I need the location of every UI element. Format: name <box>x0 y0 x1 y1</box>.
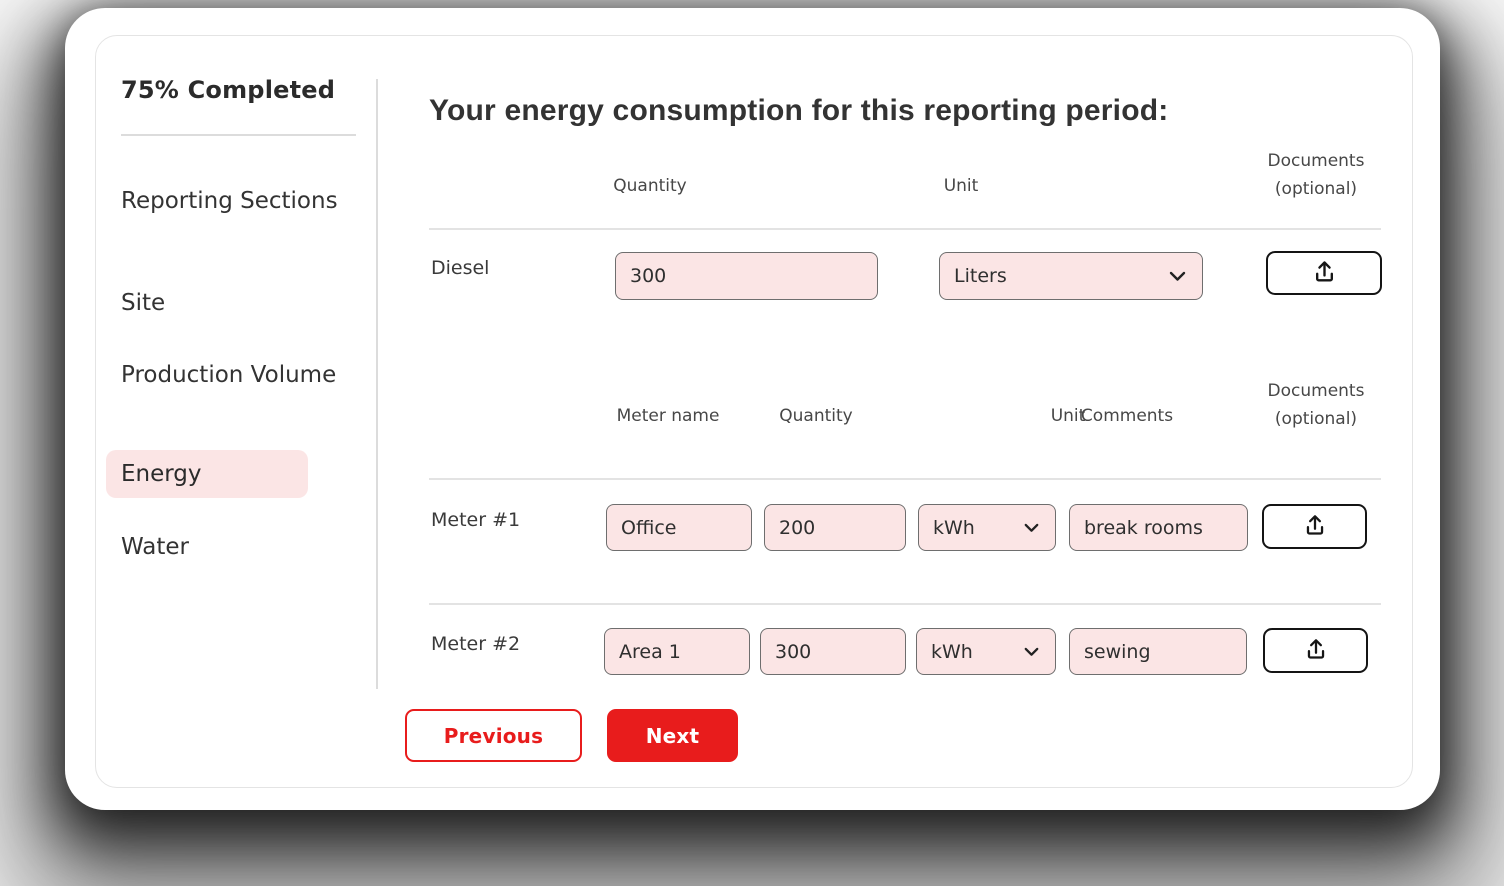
meter-quantity-header: Quantity <box>779 406 853 426</box>
fuel-quantity-header: Quantity <box>613 176 687 196</box>
next-button[interactable]: Next <box>607 709 738 762</box>
meter2-comments-input[interactable] <box>1069 628 1247 675</box>
chevron-down-icon <box>1169 271 1186 282</box>
upload-icon <box>1311 258 1338 288</box>
meter1-upload-document-button[interactable] <box>1262 504 1367 549</box>
meter1-name-input[interactable] <box>606 504 752 551</box>
chevron-down-icon <box>1024 523 1039 533</box>
page-background: 75% Completed Reporting Sections Site Pr… <box>0 0 1504 886</box>
meter2-upload-document-button[interactable] <box>1263 628 1368 673</box>
upload-icon <box>1302 512 1328 541</box>
meter-documents-header: Documents (optional) <box>1246 377 1386 433</box>
meter-name-header: Meter name <box>616 406 720 426</box>
previous-button[interactable]: Previous <box>405 709 582 762</box>
sidebar-item-water[interactable]: Water <box>121 530 366 564</box>
meters-table-divider <box>429 478 1381 480</box>
meter2-name-input[interactable] <box>604 628 750 675</box>
meter1-unit-select-value: kWh <box>933 516 975 539</box>
sidebar-item-production-volume[interactable]: Production Volume <box>121 358 366 392</box>
sidebar-item-site[interactable]: Site <box>121 286 366 320</box>
diesel-upload-document-button[interactable] <box>1266 251 1382 295</box>
meter2-quantity-input[interactable] <box>760 628 906 675</box>
fuel-documents-header: Documents (optional) <box>1246 147 1386 203</box>
sidebar-vertical-divider <box>376 79 378 689</box>
diesel-row-label: Diesel <box>431 257 490 279</box>
fuel-documents-header-line2: (optional) <box>1274 179 1358 199</box>
meter-rows-divider <box>429 603 1381 605</box>
diesel-unit-select[interactable]: Liters <box>939 252 1203 300</box>
app-card: 75% Completed Reporting Sections Site Pr… <box>65 8 1440 810</box>
meter-documents-header-line2: (optional) <box>1274 409 1358 429</box>
meter2-unit-select[interactable]: kWh <box>916 628 1056 675</box>
meter1-row-label: Meter #1 <box>431 509 521 531</box>
page-title: Your energy consumption for this reporti… <box>429 94 1169 127</box>
meter1-unit-select[interactable]: kWh <box>918 504 1056 551</box>
chevron-down-icon <box>1024 647 1039 657</box>
fuel-unit-header: Unit <box>943 176 979 196</box>
meter2-unit-select-value: kWh <box>931 640 973 663</box>
diesel-quantity-input[interactable] <box>615 252 878 300</box>
diesel-unit-select-value: Liters <box>954 265 1007 287</box>
meter1-quantity-input[interactable] <box>764 504 906 551</box>
meter1-comments-input[interactable] <box>1069 504 1248 551</box>
meter2-row-label: Meter #2 <box>431 633 521 655</box>
sidebar-item-reporting-sections[interactable]: Reporting Sections <box>121 184 366 218</box>
fuel-documents-header-line1: Documents <box>1267 151 1365 171</box>
meter-documents-header-line1: Documents <box>1267 381 1365 401</box>
form-panel: 75% Completed Reporting Sections Site Pr… <box>95 35 1413 788</box>
fuel-table-divider <box>429 228 1381 230</box>
sidebar-divider <box>121 134 356 136</box>
meter-comments-header: Comments <box>1080 406 1174 426</box>
sidebar-item-energy[interactable]: Energy <box>106 450 308 498</box>
progress-label: 75% Completed <box>121 76 336 104</box>
upload-icon <box>1303 636 1329 665</box>
